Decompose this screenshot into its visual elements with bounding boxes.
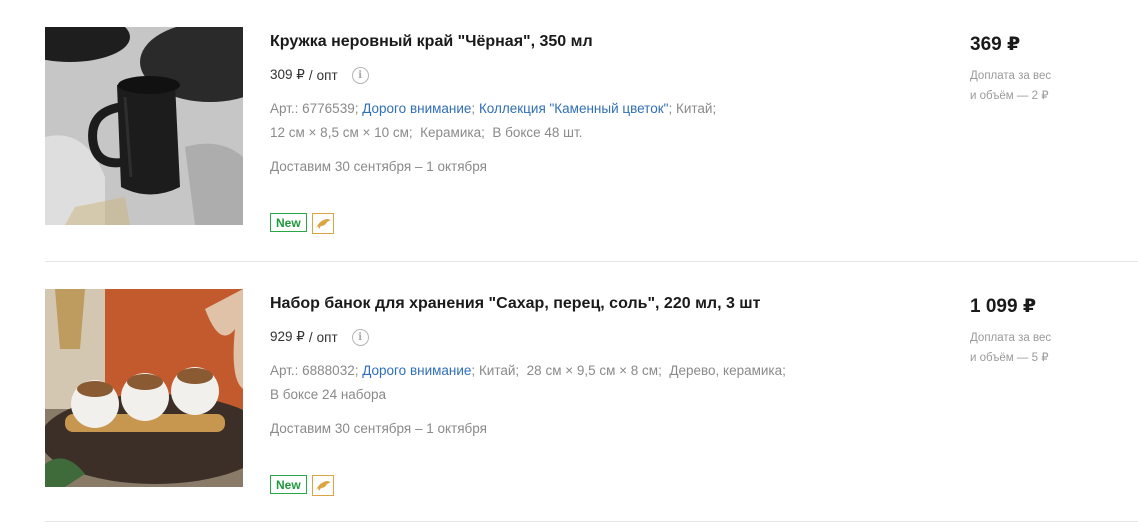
- box-qty-text: В боксе 24 набора: [270, 387, 387, 402]
- surcharge-line: и объём — 5 ₽: [970, 352, 1049, 364]
- product-info: Кружка неровный край "Чёрная", 350 мл 30…: [270, 32, 910, 177]
- delivery-date: Доставим 30 сентября – 1 октября: [270, 159, 487, 174]
- article-number: Арт.: 6776539;: [270, 101, 359, 116]
- opt-label: опт: [316, 329, 338, 345]
- badges: New: [270, 213, 334, 234]
- product-attributes: Арт.: 6888032; Дорого внимание; Китай; 2…: [270, 359, 910, 407]
- attr-separator: ;: [471, 363, 476, 378]
- surcharge-line: Доплата за вес: [970, 70, 1052, 82]
- opt-price-row: 929 ₽ / опт i: [270, 327, 910, 347]
- badges: New: [270, 475, 334, 496]
- product-price: 369 ₽: [970, 34, 1021, 55]
- divider: [45, 521, 1138, 522]
- specs-text: 12 см × 8,5 см × 10 см; Керамика; В бокс…: [270, 125, 583, 140]
- surcharge-note: Доплата за вес и объём — 5 ₽: [970, 328, 1080, 368]
- info-icon[interactable]: i: [351, 328, 369, 346]
- opt-price: 929 ₽: [270, 329, 305, 344]
- opt-separator: /: [308, 67, 313, 83]
- delivery-date: Доставим 30 сентября – 1 октября: [270, 421, 487, 436]
- tag-link[interactable]: Дорого внимание: [362, 101, 471, 116]
- info-icon[interactable]: i: [351, 66, 369, 84]
- list-item[interactable]: Кружка неровный край "Чёрная", 350 мл 30…: [0, 0, 1138, 262]
- product-image[interactable]: [45, 27, 243, 225]
- opt-price-row: 309 ₽ / опт i: [270, 65, 910, 85]
- opt-separator: /: [308, 329, 313, 345]
- new-badge: New: [270, 213, 307, 232]
- surcharge-line: Доплата за вес: [970, 332, 1052, 344]
- product-title[interactable]: Кружка неровный край "Чёрная", 350 мл: [270, 32, 910, 52]
- product-price: 1 099 ₽: [970, 296, 1037, 317]
- attr-separator: ;: [668, 101, 673, 116]
- product-info: Набор банок для хранения "Сахар, перец, …: [270, 294, 910, 439]
- dolphin-icon: [311, 475, 334, 496]
- new-badge: New: [270, 475, 307, 494]
- tag-link[interactable]: Дорого внимание: [362, 363, 471, 378]
- dolphin-icon: [311, 213, 334, 234]
- opt-price: 309 ₽: [270, 67, 305, 82]
- specs-text: Китай; 28 см × 9,5 см × 8 см; Дерево, ке…: [478, 363, 786, 378]
- country-text: Китай;: [675, 101, 717, 116]
- collection-link[interactable]: Коллекция "Каменный цветок": [479, 101, 669, 116]
- product-attributes: Арт.: 6776539; Дорого внимание; Коллекци…: [270, 97, 910, 145]
- surcharge-note: Доплата за вес и объём — 2 ₽: [970, 66, 1080, 106]
- opt-label: опт: [316, 67, 338, 83]
- product-list: Кружка неровный край "Чёрная", 350 мл 30…: [0, 0, 1138, 522]
- product-image[interactable]: [45, 289, 243, 487]
- product-title[interactable]: Набор банок для хранения "Сахар, перец, …: [270, 294, 910, 314]
- attr-separator: ;: [471, 101, 476, 116]
- article-number: Арт.: 6888032;: [270, 363, 359, 378]
- surcharge-line: и объём — 2 ₽: [970, 90, 1049, 102]
- list-item[interactable]: Набор банок для хранения "Сахар, перец, …: [0, 262, 1138, 524]
